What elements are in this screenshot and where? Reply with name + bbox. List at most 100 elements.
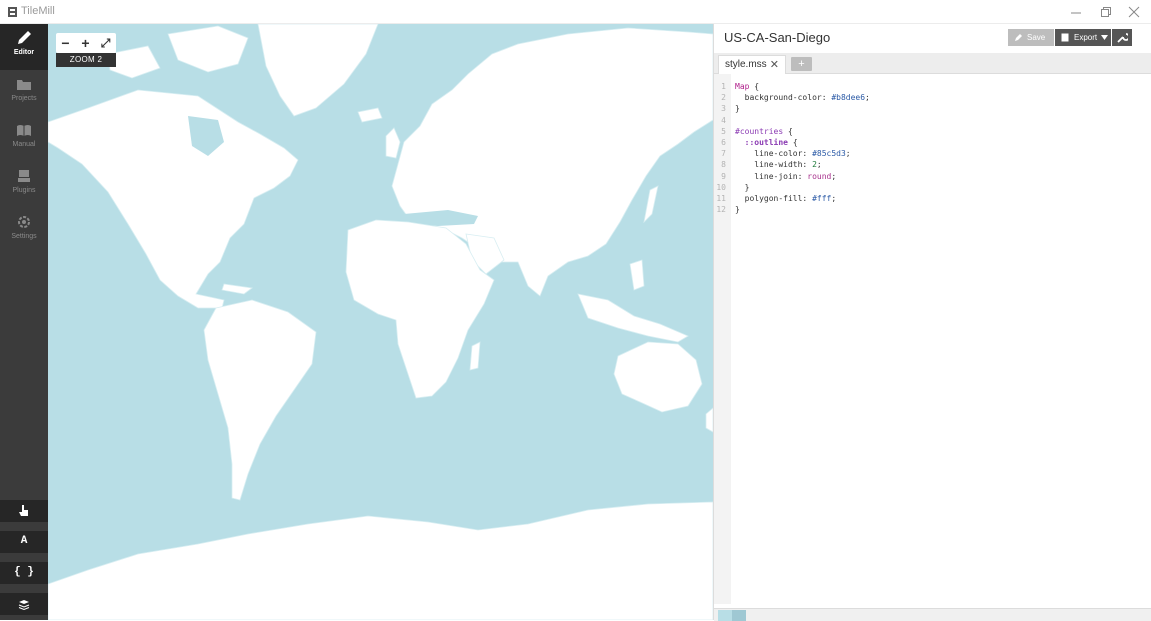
save-button-label: Save <box>1027 33 1046 42</box>
sidebar-item-label: Projects <box>11 95 37 102</box>
zoom-out-button[interactable]: − <box>56 33 75 53</box>
code-text: Map { <box>735 81 759 92</box>
code-token: } <box>735 182 750 192</box>
close-tab-icon[interactable]: ✕ <box>770 56 779 74</box>
arctic-islands <box>167 25 249 73</box>
left-sidebar: Editor Projects Manual Plugins Settings … <box>0 24 48 620</box>
code-token: ; <box>865 93 870 103</box>
zoom-controls: − + ⤢ <box>56 33 116 53</box>
code-text: background-color: #b8dee6; <box>735 92 870 103</box>
chevron-down-icon <box>1101 35 1108 40</box>
carto-reference-button[interactable]: { } <box>0 562 48 584</box>
layers-icon <box>18 600 30 611</box>
close-icon <box>1128 6 1140 18</box>
editor-panel: US-CA-San-Diego Save Export style.mss ✕ … <box>713 24 1151 621</box>
line-number: 1 <box>721 82 726 91</box>
project-title: US-CA-San-Diego <box>724 30 831 45</box>
minimize-icon <box>1071 12 1081 14</box>
line-number: 12 <box>716 205 726 215</box>
code-text: line-color: #85c5d3; <box>735 148 851 159</box>
line-number: 3 <box>721 104 726 114</box>
add-tab-button[interactable]: + <box>791 57 812 71</box>
north-america <box>48 89 299 309</box>
code-token: { <box>783 126 793 136</box>
code-token: { <box>788 138 798 147</box>
line-number: 5 <box>721 126 726 136</box>
code-text: } <box>735 204 740 215</box>
code-token: line-color: <box>735 149 813 159</box>
code-token: line-width: <box>735 160 813 170</box>
code-token: ; <box>816 160 822 170</box>
sidebar-item-editor[interactable]: Editor <box>0 24 48 70</box>
line-number: 11 <box>716 194 726 203</box>
sidebar-item-label: Editor <box>13 49 35 56</box>
code-token: ; <box>831 171 837 181</box>
line-number: 10 <box>716 182 726 192</box>
project-settings-button[interactable] <box>1112 29 1132 46</box>
code-token: } <box>735 205 740 215</box>
gear-icon <box>18 216 30 228</box>
code-text: ::outline { <box>735 137 798 148</box>
pencil-icon <box>1015 34 1022 41</box>
line-number: 7 <box>721 149 726 159</box>
fonts-tool-button[interactable]: A <box>0 531 48 553</box>
line-number: 9 <box>721 171 726 181</box>
sidebar-item-label: Plugins <box>12 187 36 194</box>
sidebar-item-settings[interactable]: Settings <box>0 208 48 254</box>
code-token: #fff <box>812 194 832 203</box>
code-token: polygon-fill: <box>735 194 813 203</box>
document-icon <box>1061 33 1069 42</box>
layers-tool-button[interactable] <box>0 593 48 615</box>
code-token: ::outline <box>744 138 788 147</box>
pointer-tool-button[interactable] <box>0 500 48 522</box>
code-token: background-color: <box>735 93 832 103</box>
sidebar-item-label: Manual <box>12 141 36 148</box>
book-icon <box>17 125 31 136</box>
code-token: } <box>735 104 740 114</box>
sidebar-item-label: Settings <box>11 233 37 240</box>
code-token: #countries <box>735 126 784 136</box>
export-button[interactable]: Export <box>1055 29 1111 46</box>
code-token: ; <box>845 149 851 159</box>
fullscreen-button[interactable]: ⤢ <box>96 33 115 53</box>
close-window-button[interactable] <box>1120 2 1148 22</box>
world-map[interactable] <box>48 24 713 620</box>
code-editor[interactable]: 1 Map {2 background-color: #b8dee6; 3} 4 5 #c… <box>714 74 1151 604</box>
braces-icon: { } <box>14 566 34 578</box>
sidebar-item-plugins[interactable]: Plugins <box>0 162 48 208</box>
code-text: } <box>735 103 740 114</box>
code-token: round <box>807 171 832 181</box>
tab-label: style.mss <box>725 59 767 70</box>
zoom-in-button[interactable]: + <box>76 33 95 53</box>
antarctica <box>48 501 713 620</box>
pencil-icon <box>18 31 31 44</box>
map-view[interactable]: − + ⤢ ZOOM 2 <box>48 24 713 620</box>
color-swatch[interactable] <box>718 610 732 621</box>
code-token: ; <box>831 194 837 203</box>
line-number: 6 <box>721 138 726 147</box>
plugin-icon <box>18 170 30 182</box>
export-button-label: Export <box>1074 33 1098 42</box>
maximize-button[interactable] <box>1092 2 1120 22</box>
minimize-button[interactable] <box>1062 2 1090 22</box>
tab-style-mss[interactable]: style.mss ✕ <box>718 55 786 74</box>
australia <box>613 341 703 413</box>
color-swatch[interactable] <box>732 610 746 621</box>
greenland <box>257 24 379 117</box>
code-token: Map <box>735 82 750 91</box>
code-token: line-join: <box>735 171 808 181</box>
code-token: #85c5d3 <box>812 149 846 159</box>
sidebar-item-manual[interactable]: Manual <box>0 116 48 162</box>
folder-icon <box>17 80 31 90</box>
zoom-level-label: ZOOM 2 <box>56 53 116 67</box>
restore-icon <box>1101 7 1111 17</box>
window-title: TileMill <box>21 5 55 17</box>
hand-pointer-icon <box>19 505 28 516</box>
sidebar-item-projects[interactable]: Projects <box>0 70 48 116</box>
font-icon: A <box>20 535 28 547</box>
line-number: 8 <box>721 160 726 170</box>
save-button[interactable]: Save <box>1008 29 1054 46</box>
code-token: #b8dee6 <box>831 93 866 103</box>
code-text: } <box>735 182 750 193</box>
